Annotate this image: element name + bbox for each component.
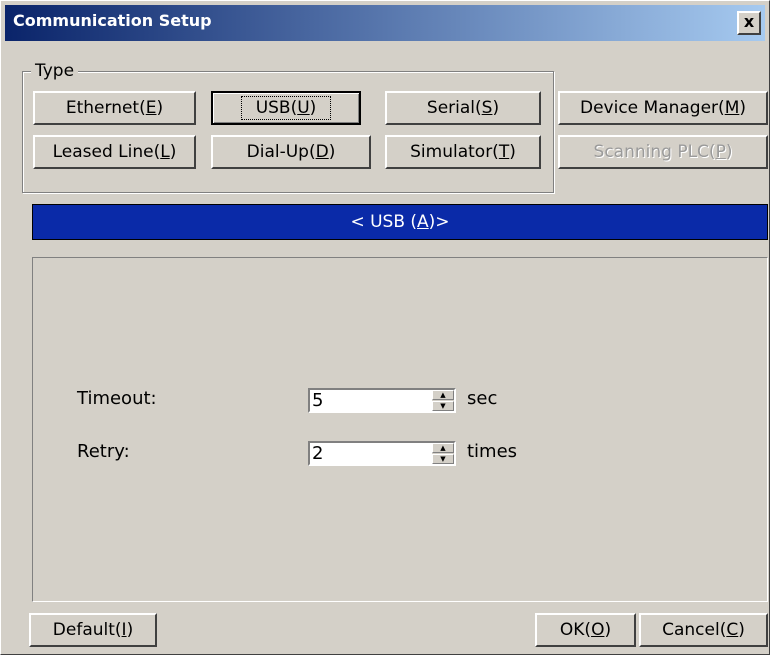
scanning-plc-label: Scanning PLC( <box>593 142 716 162</box>
usb-settings-panel <box>32 257 768 602</box>
timeout-value[interactable]: 5 <box>312 390 323 411</box>
dial-up-button[interactable]: Dial-Up(D) <box>211 135 371 169</box>
dial-up-label: Dial-Up( <box>246 142 316 162</box>
usb-button[interactable]: USB(U) <box>211 91 361 125</box>
serial-accel: S <box>481 98 493 118</box>
retry-label: Retry: <box>77 441 130 462</box>
serial-label-end: ) <box>492 98 500 118</box>
retry-value[interactable]: 2 <box>312 443 323 464</box>
usb-label: USB( <box>255 98 298 118</box>
connection-type-banner: < USB (A)> <box>32 204 768 240</box>
leased-line-button[interactable]: Leased Line(L) <box>33 135 196 169</box>
timeout-label: Timeout: <box>77 388 157 409</box>
default-label-end: ) <box>126 620 134 640</box>
cancel-accel: C <box>726 620 739 640</box>
retry-unit: times <box>467 441 518 462</box>
simulator-label: Simulator( <box>410 142 499 162</box>
dial-up-accel: D <box>315 142 329 162</box>
retry-down-arrow-icon[interactable]: ▼ <box>432 454 454 464</box>
type-groupbox <box>22 71 554 193</box>
leased-line-label-end: ) <box>169 142 177 162</box>
retry-up-arrow-icon[interactable]: ▲ <box>432 443 454 453</box>
banner-label-end: )> <box>428 212 450 232</box>
device-manager-accel: M <box>724 98 740 118</box>
communication-setup-dialog: Communication Setup x Type Ethernet(E) U… <box>0 0 770 655</box>
window-title: Communication Setup <box>13 11 212 30</box>
timeout-down-arrow-icon[interactable]: ▼ <box>432 401 454 411</box>
title-bar[interactable]: Communication Setup x <box>5 5 765 41</box>
ethernet-label: Ethernet( <box>65 98 146 118</box>
timeout-up-arrow-icon[interactable]: ▲ <box>432 390 454 400</box>
scanning-plc-label-end: ) <box>725 142 733 162</box>
ok-label-end: ) <box>604 620 612 640</box>
serial-label: Serial( <box>426 98 482 118</box>
ok-button[interactable]: OK(O) <box>535 613 636 647</box>
ethernet-accel: E <box>145 98 157 118</box>
cancel-label-end: ) <box>738 620 745 640</box>
retry-spin-arrows[interactable]: ▲ ▼ <box>432 443 454 464</box>
default-label: Default( <box>52 620 122 640</box>
ethernet-label-end: ) <box>156 98 164 118</box>
leased-line-label: Leased Line( <box>52 142 161 162</box>
device-manager-label-end: ) <box>739 98 746 118</box>
ok-accel: O <box>591 620 605 640</box>
simulator-label-end: ) <box>509 142 516 162</box>
type-group-label: Type <box>31 61 79 81</box>
cancel-button[interactable]: Cancel(C) <box>639 613 768 647</box>
dial-up-label-end: ) <box>328 142 336 162</box>
timeout-unit: sec <box>467 388 498 409</box>
leased-line-accel: L <box>160 142 170 162</box>
device-manager-label: Device Manager( <box>579 98 725 118</box>
default-button[interactable]: Default(I) <box>29 613 157 647</box>
banner-label: < USB ( <box>350 212 418 232</box>
device-manager-button[interactable]: Device Manager(M) <box>558 91 768 125</box>
retry-spinbox[interactable]: 2 ▲ ▼ <box>308 441 456 466</box>
ok-label: OK( <box>559 620 592 640</box>
scanning-plc-button: Scanning PLC(P) <box>558 135 768 169</box>
scanning-plc-accel: P <box>715 142 726 162</box>
simulator-accel: T <box>498 142 510 162</box>
usb-label-end: ) <box>309 98 317 118</box>
banner-accel: A <box>417 212 429 232</box>
close-button[interactable]: x <box>737 11 761 35</box>
timeout-spinbox[interactable]: 5 ▲ ▼ <box>308 388 456 413</box>
simulator-button[interactable]: Simulator(T) <box>385 135 541 169</box>
cancel-label: Cancel( <box>662 620 727 640</box>
ethernet-button[interactable]: Ethernet(E) <box>33 91 196 125</box>
serial-button[interactable]: Serial(S) <box>385 91 541 125</box>
close-icon: x <box>743 12 755 31</box>
usb-accel: U <box>297 98 310 118</box>
timeout-spin-arrows[interactable]: ▲ ▼ <box>432 390 454 411</box>
